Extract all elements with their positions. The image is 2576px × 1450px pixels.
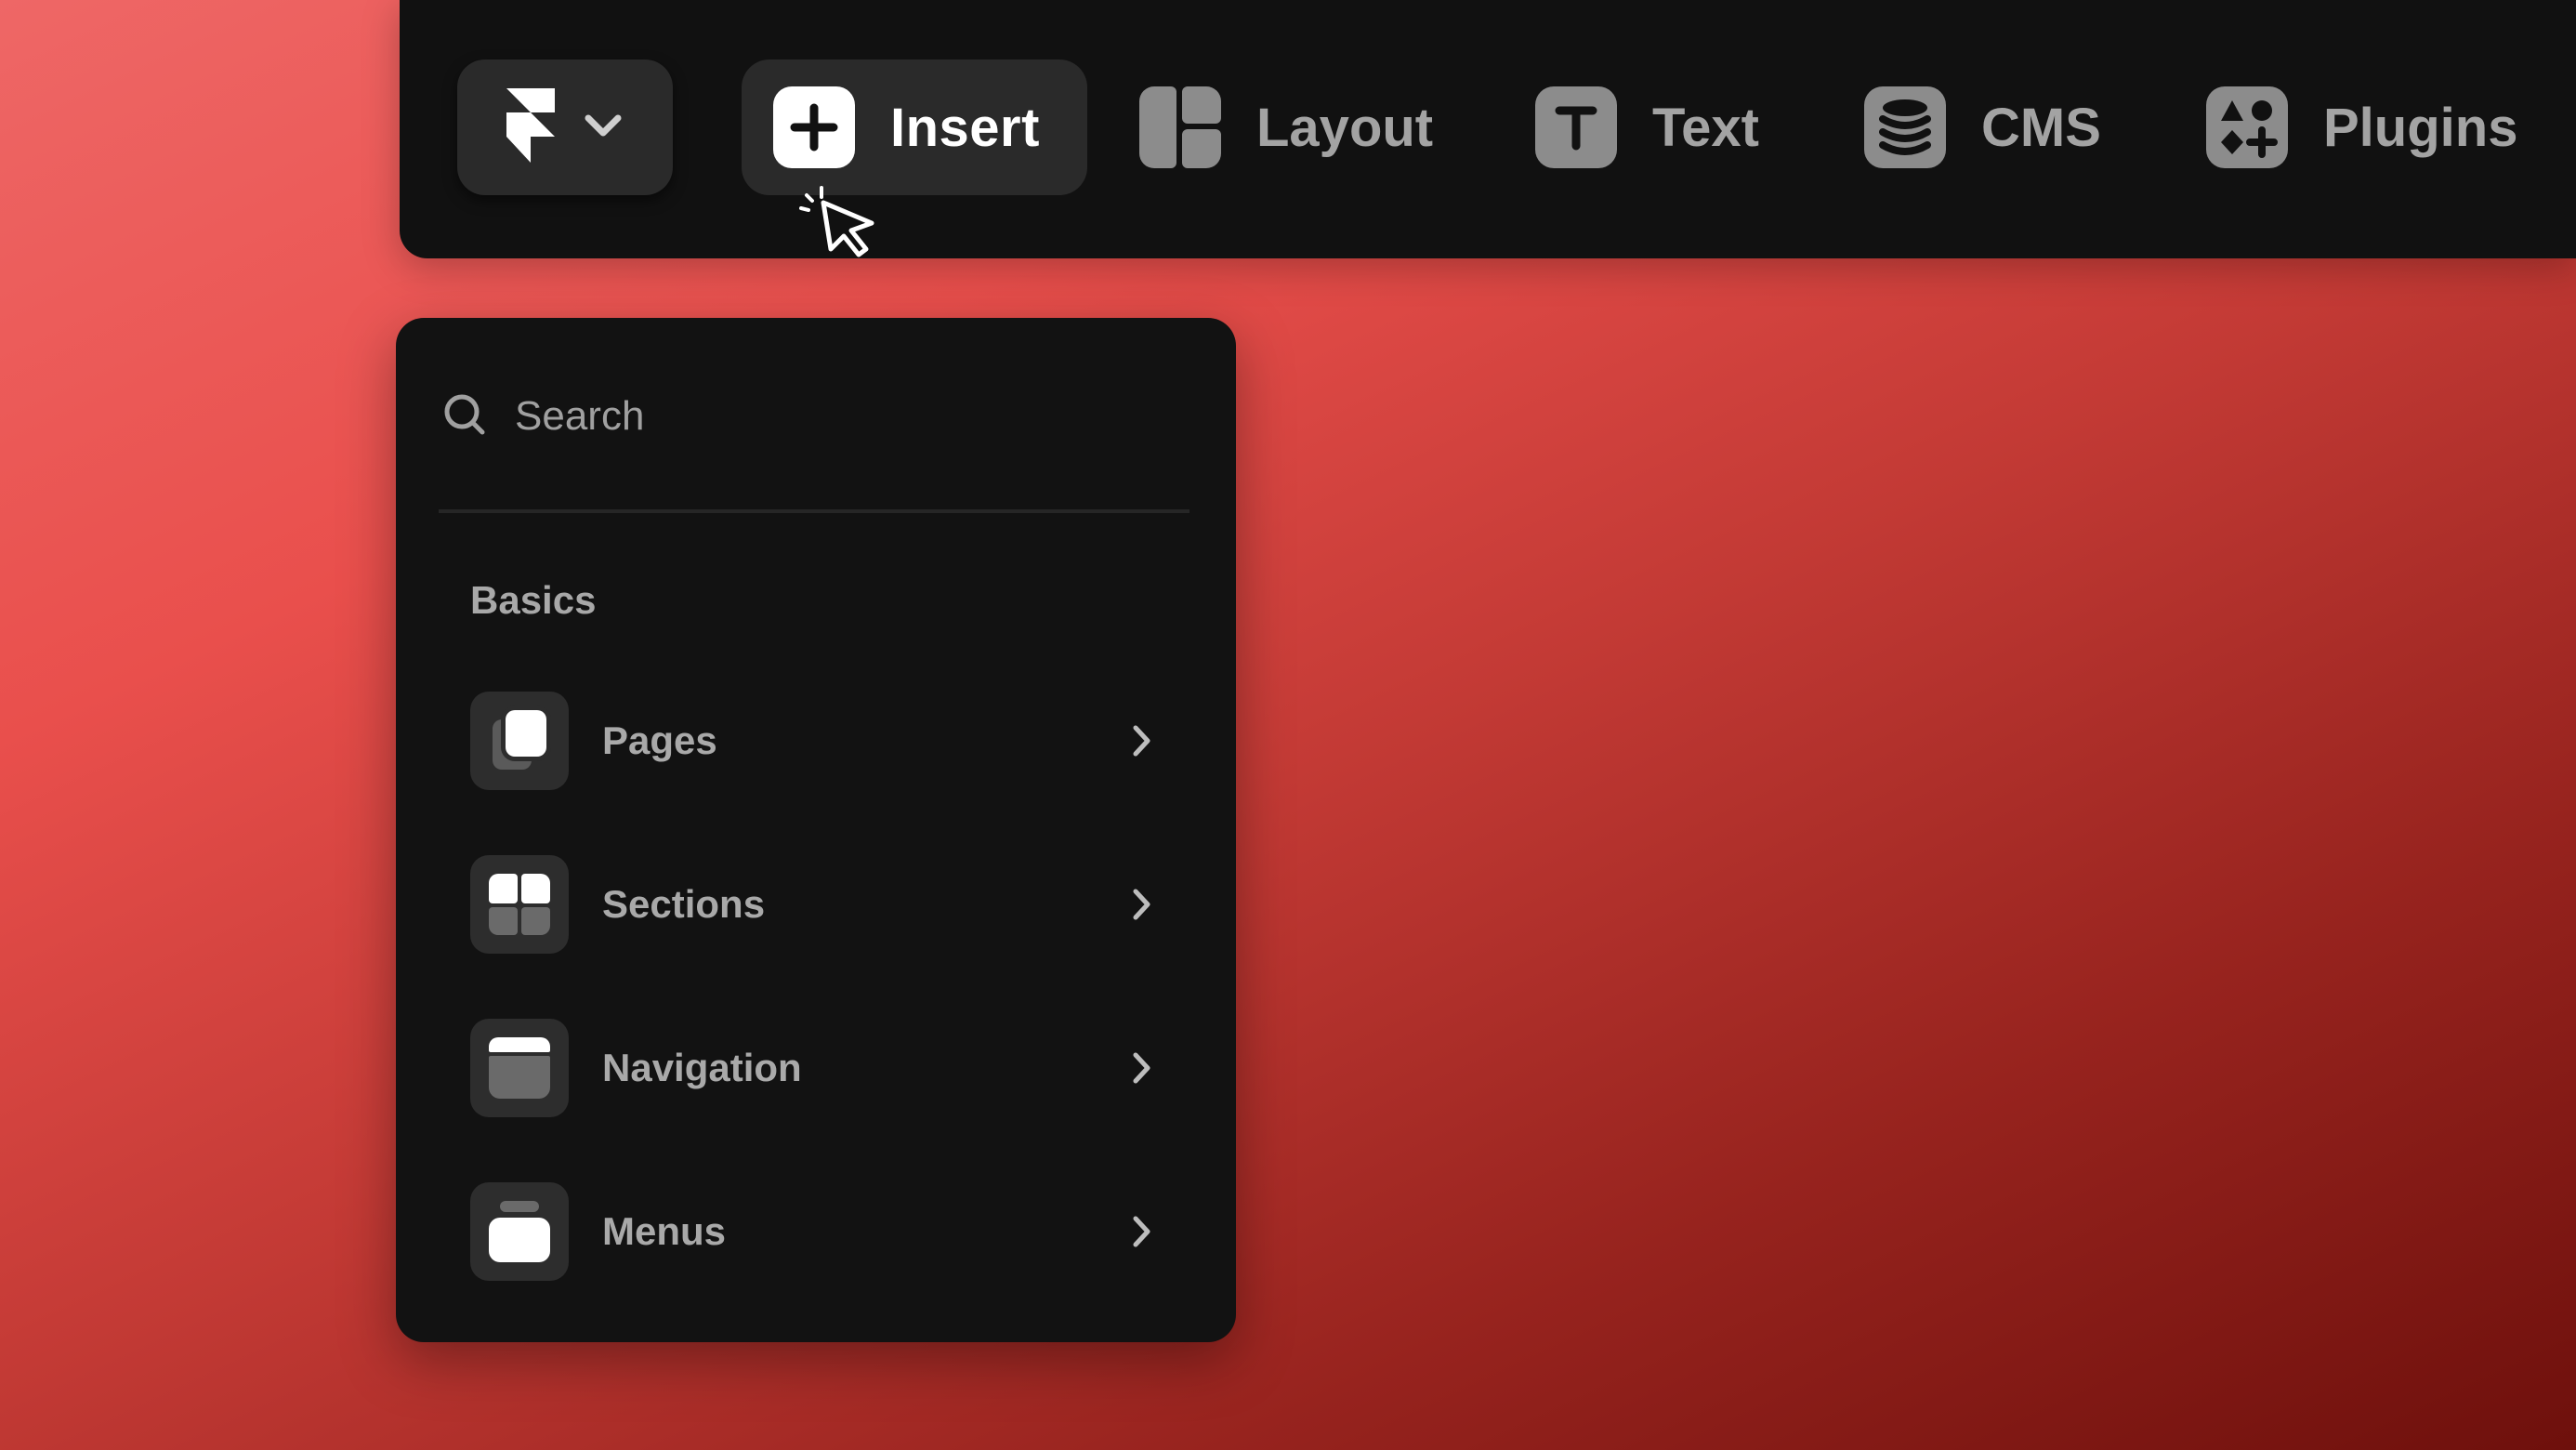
framer-logo-icon (506, 87, 555, 167)
navigation-icon (470, 1019, 569, 1117)
insert-button[interactable]: Insert (742, 59, 1087, 195)
chevron-down-icon (583, 112, 624, 144)
chevron-right-icon (1123, 722, 1160, 759)
search-input[interactable] (515, 393, 1165, 440)
list-item-label: Menus (602, 1209, 727, 1253)
cms-button[interactable]: CMS (1864, 84, 2101, 171)
search-row (442, 383, 1165, 450)
plugins-icon (2206, 86, 2288, 168)
list-item-pages[interactable]: Pages (470, 691, 1165, 791)
insert-label: Insert (890, 97, 1040, 158)
list-item-navigation[interactable]: Navigation (470, 1018, 1165, 1118)
pages-icon (470, 692, 569, 790)
list-item-menus[interactable]: Menus (470, 1181, 1165, 1282)
insert-panel: Basics Pages Sections Navigation (396, 318, 1236, 1342)
chevron-right-icon (1123, 886, 1160, 923)
layout-label: Layout (1256, 97, 1434, 158)
layout-icon (1139, 86, 1221, 168)
text-button[interactable]: Text (1535, 84, 1759, 171)
text-label: Text (1652, 97, 1759, 158)
plugins-label: Plugins (2323, 97, 2518, 158)
plus-icon (773, 86, 855, 168)
list-item-sections[interactable]: Sections (470, 854, 1165, 955)
list-item-label: Sections (602, 882, 766, 926)
sections-icon (470, 855, 569, 954)
top-toolbar: Insert Layout Text CMS Plugins (400, 0, 2576, 258)
search-divider (439, 509, 1189, 513)
menus-icon (470, 1182, 569, 1281)
list-item-label: Navigation (602, 1046, 802, 1089)
list-item-label: Pages (602, 718, 717, 762)
chevron-right-icon (1123, 1049, 1160, 1087)
cms-label: CMS (1981, 97, 2101, 158)
text-icon (1535, 86, 1617, 168)
layout-button[interactable]: Layout (1139, 84, 1433, 171)
database-icon (1864, 86, 1946, 168)
section-title-basics: Basics (470, 578, 597, 622)
framer-menu-button[interactable] (457, 59, 673, 195)
chevron-right-icon (1123, 1213, 1160, 1250)
pointer-cursor-icon (797, 175, 881, 258)
plugins-button[interactable]: Plugins (2206, 84, 2517, 171)
search-icon (442, 392, 487, 442)
